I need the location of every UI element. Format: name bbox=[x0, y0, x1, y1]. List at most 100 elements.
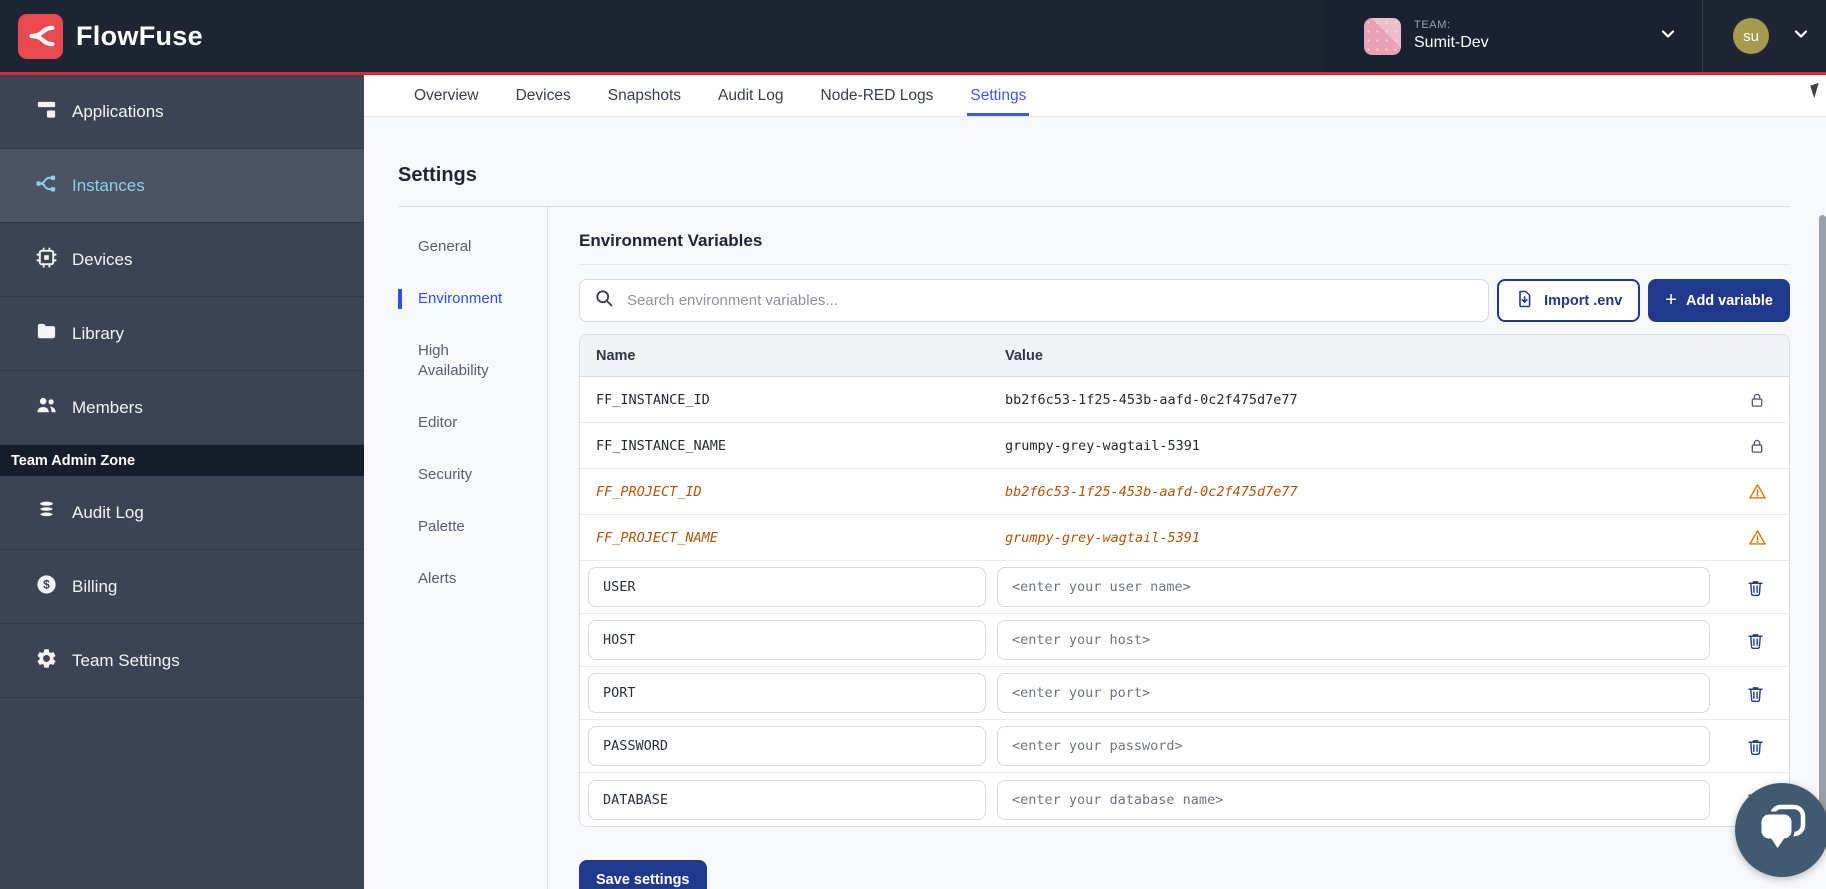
subnav-item-palette[interactable]: Palette bbox=[398, 517, 547, 537]
team-label: TEAM: bbox=[1414, 19, 1489, 33]
lock-icon bbox=[1748, 391, 1766, 409]
sidebar-item-label: Team Settings bbox=[72, 651, 180, 671]
sidebar-item-library[interactable]: Library bbox=[0, 297, 364, 371]
tab-audit-log[interactable]: Audit Log bbox=[715, 75, 787, 116]
instance-tabbar: Overview Devices Snapshots Audit Log Nod… bbox=[364, 75, 1826, 117]
table-row bbox=[580, 720, 1789, 773]
env-name: FF_INSTANCE_NAME bbox=[596, 438, 1005, 454]
table-row: FF_PROJECT_ID bb2f6c53-1f25-453b-aafd-0c… bbox=[580, 469, 1789, 515]
env-value-input[interactable] bbox=[997, 673, 1710, 713]
env-value-input[interactable] bbox=[997, 726, 1710, 766]
section-divider bbox=[579, 264, 1790, 265]
table-row bbox=[580, 667, 1789, 720]
top-header: FlowFuse TEAM: Sumit-Dev su bbox=[0, 0, 1826, 75]
chevron-down-icon bbox=[1791, 24, 1811, 49]
gear-icon bbox=[35, 647, 58, 675]
column-header-name: Name bbox=[596, 348, 1005, 364]
add-variable-button[interactable]: + Add variable bbox=[1648, 279, 1790, 322]
sidebar-item-label: Applications bbox=[72, 102, 164, 122]
table-row bbox=[580, 614, 1789, 667]
subnav-item-security[interactable]: Security bbox=[398, 465, 547, 485]
subnav-item-editor[interactable]: Editor bbox=[398, 413, 547, 433]
sidebar-item-audit-log[interactable]: Audit Log bbox=[0, 476, 364, 550]
instances-icon bbox=[35, 172, 58, 200]
flowfuse-logo-icon bbox=[18, 14, 63, 59]
search-box bbox=[579, 279, 1489, 322]
sidebar-item-applications[interactable]: Applications bbox=[0, 75, 364, 149]
import-file-icon bbox=[1515, 289, 1535, 313]
env-value: grumpy-grey-wagtail-5391 bbox=[1005, 530, 1725, 546]
env-name-input[interactable] bbox=[588, 620, 986, 660]
team-avatar bbox=[1364, 18, 1401, 55]
search-input[interactable] bbox=[625, 291, 1474, 310]
app-root: FlowFuse TEAM: Sumit-Dev su bbox=[0, 0, 1826, 889]
sidebar-item-label: Members bbox=[72, 398, 143, 418]
sidebar-item-team-settings[interactable]: Team Settings bbox=[0, 624, 364, 698]
env-name-input[interactable] bbox=[588, 673, 986, 713]
sidebar-item-devices[interactable]: Devices bbox=[0, 223, 364, 297]
delete-variable-button[interactable] bbox=[1742, 733, 1769, 760]
env-name-input[interactable] bbox=[588, 780, 986, 820]
svg-text:$: $ bbox=[43, 577, 50, 591]
subnav-item-alerts[interactable]: Alerts bbox=[398, 569, 547, 589]
tab-node-red-logs[interactable]: Node-RED Logs bbox=[818, 75, 937, 116]
subnav-item-environment[interactable]: Environment bbox=[398, 289, 547, 309]
chevron-down-icon bbox=[1658, 24, 1678, 49]
env-name-input[interactable] bbox=[588, 726, 986, 766]
table-row bbox=[580, 561, 1789, 614]
delete-variable-button[interactable] bbox=[1742, 680, 1769, 707]
team-name: Sumit-Dev bbox=[1414, 33, 1489, 53]
page-title: Settings bbox=[398, 164, 1790, 187]
env-toolbar: Import .env + Add variable bbox=[579, 279, 1790, 322]
save-settings-button[interactable]: Save settings bbox=[579, 860, 707, 889]
section-title: Environment Variables bbox=[579, 231, 1790, 251]
team-selector[interactable]: TEAM: Sumit-Dev bbox=[1324, 0, 1702, 72]
env-name: FF_PROJECT_ID bbox=[596, 484, 1005, 500]
table-header: Name Value bbox=[580, 335, 1789, 377]
tab-devices[interactable]: Devices bbox=[513, 75, 574, 116]
user-menu[interactable]: su bbox=[1702, 0, 1826, 72]
lock-icon bbox=[1748, 437, 1766, 455]
users-icon bbox=[35, 394, 58, 422]
sidebar-item-members[interactable]: Members bbox=[0, 371, 364, 445]
device-chip-icon bbox=[35, 246, 58, 274]
tab-settings[interactable]: Settings bbox=[967, 75, 1029, 116]
delete-variable-button[interactable] bbox=[1742, 627, 1769, 654]
env-name: FF_PROJECT_NAME bbox=[596, 530, 1005, 546]
search-icon bbox=[594, 288, 615, 314]
warning-icon bbox=[1748, 528, 1767, 547]
column-header-value: Value bbox=[1005, 348, 1725, 364]
env-name-input[interactable] bbox=[588, 567, 986, 607]
subnav-item-general[interactable]: General bbox=[398, 237, 547, 257]
subnav-item-high-availability[interactable]: High Availability bbox=[398, 341, 547, 381]
dollar-icon: $ bbox=[35, 573, 58, 601]
env-value-input[interactable] bbox=[997, 567, 1710, 607]
main-area: Overview Devices Snapshots Audit Log Nod… bbox=[364, 75, 1826, 889]
env-value-input[interactable] bbox=[997, 780, 1710, 820]
env-variables-table: Name Value FF_INSTANCE_ID bb2f6c53-1f25-… bbox=[579, 334, 1790, 827]
tab-overview[interactable]: Overview bbox=[411, 75, 482, 116]
chat-bubbles-icon bbox=[1756, 802, 1808, 859]
tab-snapshots[interactable]: Snapshots bbox=[605, 75, 684, 116]
sidebar: Applications Instances Devi bbox=[0, 75, 364, 889]
applications-icon bbox=[35, 98, 58, 126]
sidebar-item-label: Audit Log bbox=[72, 503, 144, 523]
table-row: FF_INSTANCE_NAME grumpy-grey-wagtail-539… bbox=[580, 423, 1789, 469]
import-env-button[interactable]: Import .env bbox=[1497, 279, 1640, 322]
env-value-input[interactable] bbox=[997, 620, 1710, 660]
sidebar-item-instances[interactable]: Instances bbox=[0, 149, 364, 223]
env-name: FF_INSTANCE_ID bbox=[596, 392, 1005, 408]
sidebar-item-billing[interactable]: $ Billing bbox=[0, 550, 364, 624]
env-value: bb2f6c53-1f25-453b-aafd-0c2f475d7e77 bbox=[1005, 484, 1725, 500]
brand-logo[interactable]: FlowFuse bbox=[0, 0, 203, 72]
sidebar-item-label: Library bbox=[72, 324, 124, 344]
sidebar-item-label: Devices bbox=[72, 250, 132, 270]
sidebar-item-label: Billing bbox=[72, 577, 117, 597]
chat-widget-button[interactable] bbox=[1735, 783, 1826, 877]
table-row: FF_PROJECT_NAME grumpy-grey-wagtail-5391 bbox=[580, 515, 1789, 561]
scrollbar-thumb[interactable] bbox=[1819, 215, 1826, 835]
delete-variable-button[interactable] bbox=[1742, 574, 1769, 601]
table-row bbox=[580, 773, 1789, 826]
env-value: grumpy-grey-wagtail-5391 bbox=[1005, 438, 1725, 454]
database-icon bbox=[35, 499, 58, 527]
